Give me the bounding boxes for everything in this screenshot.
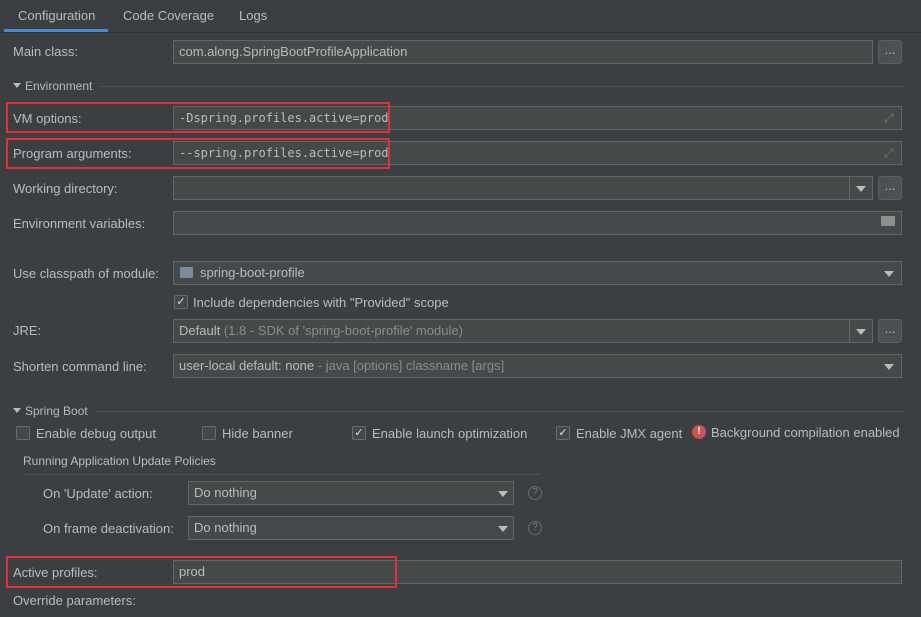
vm-options-highlight bbox=[6, 102, 390, 133]
environment-variables-input[interactable] bbox=[173, 211, 902, 235]
include-dependencies-checkbox[interactable]: ✓ bbox=[174, 295, 188, 309]
override-parameters-label: Override parameters: bbox=[13, 593, 136, 608]
program-arguments-highlight bbox=[6, 138, 390, 169]
tab-configuration[interactable]: Configuration bbox=[18, 0, 95, 32]
folder-icon[interactable] bbox=[881, 216, 895, 226]
jre-label: JRE: bbox=[13, 323, 42, 338]
error-icon: ! bbox=[692, 425, 706, 439]
update-policies-divider bbox=[23, 474, 541, 475]
spring-boot-section-title: Spring Boot bbox=[25, 404, 88, 418]
jre-detail: (1.8 - SDK of 'spring-boot-profile' modu… bbox=[223, 323, 463, 338]
hide-banner-checkbox[interactable] bbox=[202, 426, 216, 440]
shorten-command-line-detail: - java [options] classname [args] bbox=[317, 358, 505, 373]
enable-jmx-agent-checkbox[interactable]: ✓ bbox=[556, 426, 570, 440]
environment-divider bbox=[100, 86, 905, 87]
enable-debug-output-checkbox[interactable] bbox=[16, 426, 30, 440]
classpath-module-select[interactable]: spring-boot-profile bbox=[173, 261, 902, 285]
jre-separator bbox=[849, 320, 850, 342]
vm-options-expand-icon[interactable]: ⤢ bbox=[884, 111, 894, 126]
shorten-command-line-value: user-local default: none bbox=[179, 358, 315, 373]
active-profiles-highlight bbox=[6, 556, 397, 588]
enable-launch-optimization-label: Enable launch optimization bbox=[372, 426, 528, 441]
active-tab-indicator bbox=[4, 29, 108, 32]
update-policies-title: Running Application Update Policies bbox=[23, 454, 216, 468]
on-update-label: On 'Update' action: bbox=[43, 486, 153, 501]
main-class-label: Main class: bbox=[13, 44, 79, 59]
classpath-module-dropdown-icon[interactable] bbox=[884, 271, 894, 277]
working-directory-dropdown-icon[interactable] bbox=[856, 186, 866, 192]
program-arguments-expand-icon[interactable]: ⤢ bbox=[884, 146, 894, 161]
environment-variables-label: Environment variables: bbox=[13, 216, 146, 231]
environment-section-title: Environment bbox=[25, 79, 93, 93]
on-update-dropdown-icon[interactable] bbox=[498, 491, 508, 497]
classpath-module-label: Use classpath of module: bbox=[13, 266, 159, 281]
tab-logs[interactable]: Logs bbox=[239, 0, 267, 32]
module-folder-icon bbox=[180, 267, 193, 278]
spring-boot-collapse-icon[interactable] bbox=[13, 408, 21, 413]
working-directory-label: Working directory: bbox=[13, 181, 118, 196]
on-update-select[interactable]: Do nothing bbox=[188, 481, 514, 505]
tab-code-coverage[interactable]: Code Coverage bbox=[123, 0, 214, 32]
on-update-help-icon[interactable]: ? bbox=[528, 486, 542, 500]
hide-banner-label: Hide banner bbox=[222, 426, 293, 441]
on-frame-deactivation-label: On frame deactivation: bbox=[43, 521, 174, 536]
jre-value: Default bbox=[179, 323, 221, 338]
on-frame-deactivation-help-icon[interactable]: ? bbox=[528, 521, 542, 535]
enable-launch-optimization-checkbox[interactable]: ✓ bbox=[352, 426, 366, 440]
jre-browse-button[interactable]: ... bbox=[878, 319, 902, 343]
jre-dropdown-icon[interactable] bbox=[856, 329, 866, 335]
enable-jmx-agent-label: Enable JMX agent bbox=[576, 426, 683, 441]
spring-boot-divider bbox=[95, 411, 905, 412]
on-frame-deactivation-select[interactable]: Do nothing bbox=[188, 516, 514, 540]
include-dependencies-label: Include dependencies with "Provided" sco… bbox=[193, 295, 449, 310]
shorten-command-line-select[interactable]: user-local default: none - java [options… bbox=[173, 354, 902, 378]
shorten-command-line-label: Shorten command line: bbox=[13, 359, 147, 374]
jre-select[interactable]: Default (1.8 - SDK of 'spring-boot-profi… bbox=[173, 319, 873, 343]
working-directory-input[interactable] bbox=[173, 176, 873, 200]
shorten-command-line-dropdown-icon[interactable] bbox=[884, 364, 894, 370]
enable-debug-output-label: Enable debug output bbox=[36, 426, 156, 441]
environment-collapse-icon[interactable] bbox=[13, 83, 21, 88]
working-directory-separator bbox=[849, 177, 850, 199]
main-class-browse-button[interactable]: ... bbox=[878, 40, 902, 64]
background-compilation-text: Background compilation enabled bbox=[711, 425, 900, 440]
on-frame-deactivation-dropdown-icon[interactable] bbox=[498, 526, 508, 532]
main-class-input[interactable]: com.along.SpringBootProfileApplication bbox=[173, 40, 873, 64]
working-directory-browse-button[interactable]: ... bbox=[878, 176, 902, 200]
